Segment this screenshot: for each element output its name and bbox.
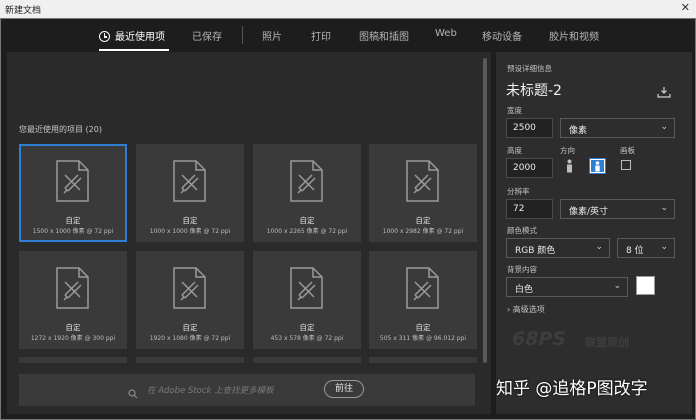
window-close-icon[interactable]: ✕ — [681, 1, 690, 14]
document-icon — [173, 160, 206, 202]
recent-item-name: 自定 — [299, 323, 315, 332]
landscape-orientation-icon[interactable] — [589, 158, 606, 174]
document-icon — [173, 267, 206, 309]
recent-item-name: 自定 — [415, 216, 431, 225]
chevron-right-icon: › — [507, 305, 511, 314]
resolution-unit-select[interactable]: 像素/英寸 ⌄ — [560, 199, 675, 219]
advanced-options-label: 高级选项 — [512, 305, 545, 314]
recent-item-card[interactable]: 自定 1000 x 2982 像素 @ 72 ppi — [369, 144, 477, 242]
save-preset-icon[interactable] — [657, 83, 671, 102]
width-unit-value: 像素 — [569, 126, 588, 136]
document-icon — [406, 160, 439, 202]
resolution-input[interactable]: 72 — [506, 199, 553, 219]
resolution-label: 分辨率 — [507, 187, 530, 196]
tab-mobile[interactable]: 移动设备 — [482, 28, 522, 43]
recent-item-name: 自定 — [415, 323, 431, 332]
tab-bar: 最近使用项 已保存 照片 打印 图稿和插图 Web 移动设备 胶片和视频 — [0, 18, 696, 52]
recent-item-dims: 1272 x 1920 像素 @ 300 ppi — [30, 335, 116, 342]
portrait-orientation-icon[interactable] — [561, 158, 578, 174]
artboard-checkbox[interactable] — [621, 160, 631, 170]
background-color-swatch[interactable] — [636, 276, 655, 295]
recent-item-name: 自定 — [65, 216, 81, 225]
chevron-down-icon: ⌄ — [595, 242, 603, 252]
color-mode-value: RGB 颜色 — [515, 246, 556, 256]
resolution-unit-value: 像素/英寸 — [569, 207, 609, 217]
advanced-options-toggle[interactable]: › 高级选项 — [507, 304, 545, 315]
recent-item-card[interactable]: 自定 505 x 311 像素 @ 96.012 ppi — [369, 251, 477, 349]
document-icon — [56, 267, 89, 309]
preset-name-field[interactable]: 未标题-2 — [506, 80, 562, 100]
clock-icon — [99, 31, 110, 42]
go-button[interactable]: 前往 — [324, 380, 364, 398]
recent-item-dims: 1920 x 1080 像素 @ 72 ppi — [149, 335, 231, 342]
document-icon — [406, 267, 439, 309]
recent-item-card[interactable]: 自定 1000 x 1000 像素 @ 72 ppi — [136, 144, 244, 242]
height-label: 高度 — [507, 146, 522, 155]
document-icon — [56, 160, 89, 202]
width-input[interactable]: 2500 — [506, 118, 553, 138]
recent-item-name: 自定 — [182, 216, 198, 225]
document-icon — [290, 267, 323, 309]
tab-saved[interactable]: 已保存 — [192, 28, 222, 43]
recent-item-name: 自定 — [299, 216, 315, 225]
width-label: 宽度 — [507, 106, 522, 115]
document-icon — [290, 160, 323, 202]
footer-watermark: 知乎 @追格P图改字 — [496, 379, 648, 399]
card-stub — [136, 357, 244, 363]
recent-item-card[interactable]: 自定 1000 x 2265 像素 @ 72 ppi — [253, 144, 361, 242]
recent-item-card[interactable]: 自定 453 x 578 像素 @ 72 ppi — [253, 251, 361, 349]
chevron-down-icon: ⌄ — [660, 242, 668, 252]
background-label: 背景内容 — [507, 265, 537, 274]
recent-scrollbar[interactable] — [483, 58, 487, 363]
card-stub — [19, 357, 127, 363]
bit-depth-value: 8 位 — [626, 246, 644, 256]
recent-item-card[interactable]: 自定 1272 x 1920 像素 @ 300 ppi — [19, 251, 127, 349]
width-unit-select[interactable]: 像素 ⌄ — [560, 118, 675, 138]
tab-recent-label: 最近使用项 — [115, 32, 165, 43]
recent-item-name: 自定 — [182, 323, 198, 332]
recent-item-dims: 1000 x 2265 像素 @ 72 ppi — [266, 228, 348, 235]
stock-search-input[interactable]: 在 Adobe Stock 上查找更多模板 — [147, 384, 274, 396]
recent-item-card[interactable]: 自定 1920 x 1080 像素 @ 72 ppi — [136, 251, 244, 349]
recent-item-name: 自定 — [65, 323, 81, 332]
recent-item-dims: 505 x 311 像素 @ 96.012 ppi — [379, 335, 467, 342]
window-title: 新建文档 — [5, 6, 42, 16]
bit-depth-select[interactable]: 8 位 ⌄ — [617, 238, 675, 258]
card-stub — [253, 357, 361, 363]
tab-film-video[interactable]: 胶片和视频 — [549, 28, 599, 43]
active-tab-indicator — [99, 49, 169, 51]
background-value: 白色 — [515, 285, 534, 295]
recent-item-dims: 1000 x 1000 像素 @ 72 ppi — [149, 228, 231, 235]
recent-heading: 您最近使用的项目 (20) — [19, 125, 102, 134]
watermark-caption: 联盟原创 — [585, 336, 629, 349]
tab-photo[interactable]: 照片 — [262, 28, 282, 43]
search-icon — [128, 384, 138, 403]
tab-divider — [242, 26, 243, 44]
tab-web[interactable]: Web — [435, 28, 457, 39]
chevron-down-icon: ⌄ — [660, 122, 668, 132]
color-mode-select[interactable]: RGB 颜色 ⌄ — [506, 238, 610, 258]
recent-item-dims: 1500 x 1000 像素 @ 72 ppi — [32, 228, 114, 235]
recent-item-card[interactable]: 自定 1500 x 1000 像素 @ 72 ppi — [19, 144, 127, 242]
card-stub — [369, 357, 477, 363]
chevron-down-icon: ⌄ — [613, 281, 621, 291]
height-input[interactable]: 2000 — [506, 158, 553, 178]
recent-item-dims: 453 x 578 像素 @ 72 ppi — [270, 335, 344, 342]
chevron-down-icon: ⌄ — [660, 203, 668, 213]
watermark-logo: 68PS — [512, 328, 567, 350]
orientation-label: 方向 — [560, 146, 575, 155]
recent-item-dims: 1000 x 2982 像素 @ 72 ppi — [382, 228, 464, 235]
artboard-label: 画板 — [620, 146, 635, 155]
color-mode-label: 颜色模式 — [507, 226, 537, 235]
preset-section-label: 预设详细信息 — [507, 64, 552, 73]
tab-print[interactable]: 打印 — [311, 28, 331, 43]
window-titlebar: 新建文档 ✕ — [0, 0, 696, 18]
tab-recent[interactable]: 最近使用项 — [99, 28, 165, 43]
background-select[interactable]: 白色 ⌄ — [506, 277, 628, 297]
tab-art-illustration[interactable]: 图稿和插图 — [359, 28, 409, 43]
